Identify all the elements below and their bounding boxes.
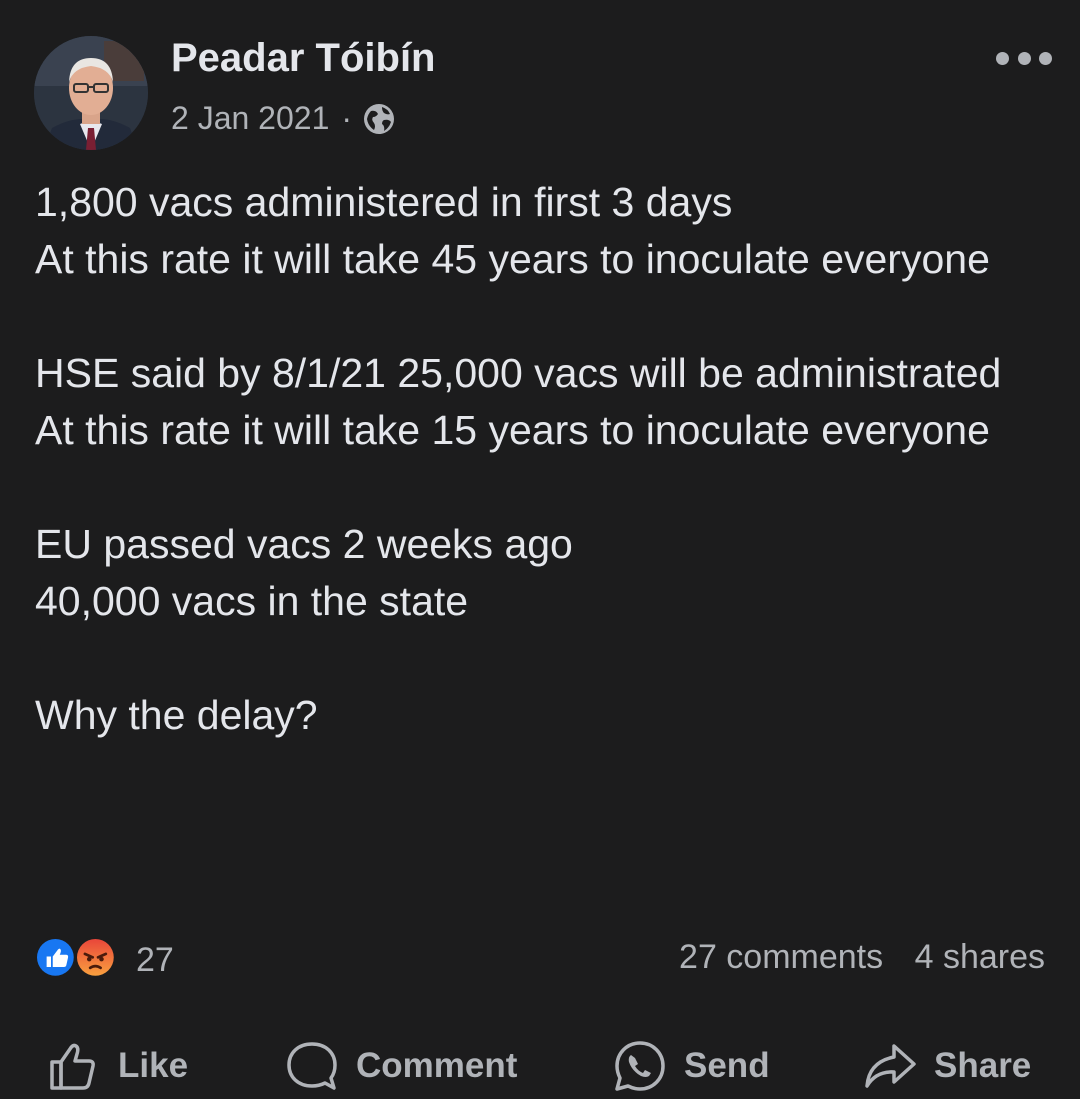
post-paragraph: EU passed vacs 2 weeks ago 40,000 vacs i…	[35, 521, 573, 624]
share-button[interactable]: Share	[862, 1036, 1031, 1096]
reaction-summary[interactable]: 27	[34, 934, 174, 986]
engagement-stats: 27 comments 4 shares	[679, 938, 1045, 977]
author-name[interactable]: Peadar Tóibín	[171, 36, 436, 81]
comments-count-link[interactable]: 27 comments	[679, 938, 883, 976]
comment-label: Comment	[356, 1046, 518, 1085]
like-label: Like	[118, 1046, 189, 1085]
more-dot	[1017, 51, 1031, 65]
facebook-post: Peadar Tóibín 2 Jan 2021 · 1,800 vacs ad…	[0, 0, 1080, 1099]
author-avatar[interactable]	[34, 36, 148, 150]
reaction-count: 27	[136, 940, 174, 979]
post-paragraph: Why the delay?	[35, 692, 318, 738]
post-action-bar: Like Comment Send Share	[0, 1036, 1080, 1096]
whatsapp-icon	[615, 1041, 665, 1091]
shares-count-link[interactable]: 4 shares	[915, 938, 1045, 976]
more-options-button[interactable]	[996, 40, 1052, 76]
post-date[interactable]: 2 Jan 2021	[171, 100, 329, 137]
post-body: 1,800 vacs administered in first 3 days …	[35, 174, 1045, 744]
post-paragraph: HSE said by 8/1/21 25,000 vacs will be a…	[35, 350, 1002, 453]
send-button[interactable]: Send	[612, 1036, 770, 1096]
thumbs-up-icon	[50, 1043, 95, 1090]
angry-reaction-icon	[74, 936, 122, 984]
comment-button[interactable]: Comment	[284, 1036, 517, 1096]
like-button[interactable]: Like	[46, 1036, 188, 1096]
share-arrow-icon	[865, 1044, 916, 1088]
post-paragraph: 1,800 vacs administered in first 3 days …	[35, 179, 990, 282]
avatar-photo	[34, 36, 148, 150]
send-label: Send	[684, 1046, 770, 1085]
comment-icon	[287, 1042, 337, 1090]
more-dot	[996, 51, 1009, 65]
more-dot	[1039, 51, 1052, 65]
meta-separator: ·	[341, 100, 353, 136]
share-label: Share	[934, 1046, 1032, 1085]
globe-icon	[362, 102, 396, 136]
post-meta: 2 Jan 2021 ·	[171, 100, 396, 137]
